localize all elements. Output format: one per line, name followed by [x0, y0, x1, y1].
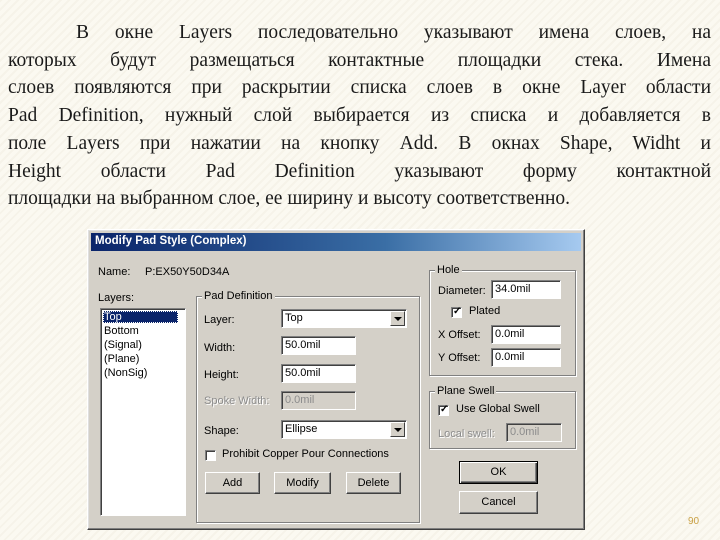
width-input[interactable]: 50.0mil: [281, 336, 356, 355]
cancel-button[interactable]: Cancel: [459, 491, 538, 514]
local-swell-input: 0.0mil: [506, 423, 562, 442]
layers-list-item-bottom[interactable]: Bottom: [104, 325, 139, 337]
layer-dropdown-button[interactable]: [390, 311, 405, 326]
shape-label: Shape:: [204, 425, 239, 437]
prohibit-copper-checkbox[interactable]: [205, 450, 216, 461]
spoke-width-input: 0.0mil: [281, 391, 356, 410]
check-icon: ✓: [440, 404, 449, 415]
modify-pad-style-dialog: Modify Pad Style (Complex) Name: P:EX50Y…: [87, 229, 585, 530]
x-offset-input[interactable]: 0.0mil: [491, 325, 561, 344]
use-global-swell-checkbox[interactable]: ✓: [438, 404, 449, 416]
layer-label: Layer:: [204, 314, 235, 326]
use-global-swell-label[interactable]: Use Global Swell: [456, 403, 540, 415]
height-label: Height:: [204, 369, 239, 381]
layer-combobox[interactable]: Top: [281, 309, 407, 328]
paragraph-line: которых будут размещаться контактные пло…: [8, 49, 711, 71]
paragraph-line: Height области Pad Definition указывают …: [8, 160, 711, 182]
paragraph-line: Pad Definition, нужный слой выбирается и…: [8, 105, 711, 127]
paragraph-line: В окне Layers последовательно указывают …: [76, 22, 711, 43]
ok-button[interactable]: OK: [459, 461, 538, 484]
layers-list-item-nonsig[interactable]: (NonSig): [104, 367, 147, 379]
slide-paragraph: В окне Layers последовательно указывают …: [8, 19, 711, 213]
dialog-title: Modify Pad Style (Complex): [95, 235, 247, 247]
x-offset-label: X Offset:: [438, 329, 481, 341]
layer-combobox-value: Top: [285, 312, 303, 324]
shape-combobox-value: Ellipse: [285, 423, 318, 435]
paragraph-line: слоев появляются при раскрытии списка сл…: [8, 77, 711, 99]
diameter-input[interactable]: 34.0mil: [491, 280, 561, 299]
height-input[interactable]: 50.0mil: [281, 364, 356, 383]
delete-button[interactable]: Delete: [346, 472, 401, 494]
local-swell-label: Local swell:: [438, 428, 495, 440]
shape-dropdown-button[interactable]: [390, 422, 405, 437]
y-offset-label: Y Offset:: [438, 352, 481, 364]
chevron-down-icon: [394, 428, 402, 432]
pad-definition-label: Pad Definition: [202, 290, 275, 302]
plane-swell-label: Plane Swell: [435, 385, 497, 397]
layers-listbox[interactable]: Top Bottom (Signal) (Plane) (NonSig): [100, 308, 186, 516]
diameter-label: Diameter:: [438, 285, 486, 297]
y-offset-input[interactable]: 0.0mil: [491, 348, 561, 367]
plated-checkbox[interactable]: ✓: [451, 306, 462, 318]
hole-label: Hole: [435, 264, 462, 276]
width-label: Width:: [204, 342, 236, 354]
layers-list-item-signal[interactable]: (Signal): [104, 339, 142, 351]
layers-list-item-plane[interactable]: (Plane): [104, 353, 139, 365]
spoke-width-label: Spoke Width:: [204, 395, 270, 407]
layers-list-item-top[interactable]: Top: [103, 311, 178, 323]
dialog-titlebar[interactable]: Modify Pad Style (Complex): [91, 233, 581, 251]
check-icon: ✓: [453, 306, 462, 317]
paragraph-line: поле Layers при нажатии на кнопку Add. В…: [8, 132, 711, 154]
name-value: P:EX50Y50D34A: [145, 266, 230, 278]
plated-label[interactable]: Plated: [469, 305, 500, 317]
chevron-down-icon: [394, 317, 402, 321]
paragraph-line: площадки на выбранном слое, ее ширину и …: [8, 188, 571, 210]
name-label: Name:: [98, 266, 131, 278]
shape-combobox[interactable]: Ellipse: [281, 420, 407, 439]
modify-button[interactable]: Modify: [274, 472, 331, 494]
prohibit-copper-label[interactable]: Prohibit Copper Pour Connections: [222, 448, 389, 460]
page-number: 90: [688, 516, 700, 527]
layers-label: Layers:: [98, 292, 135, 304]
add-button[interactable]: Add: [205, 472, 260, 494]
